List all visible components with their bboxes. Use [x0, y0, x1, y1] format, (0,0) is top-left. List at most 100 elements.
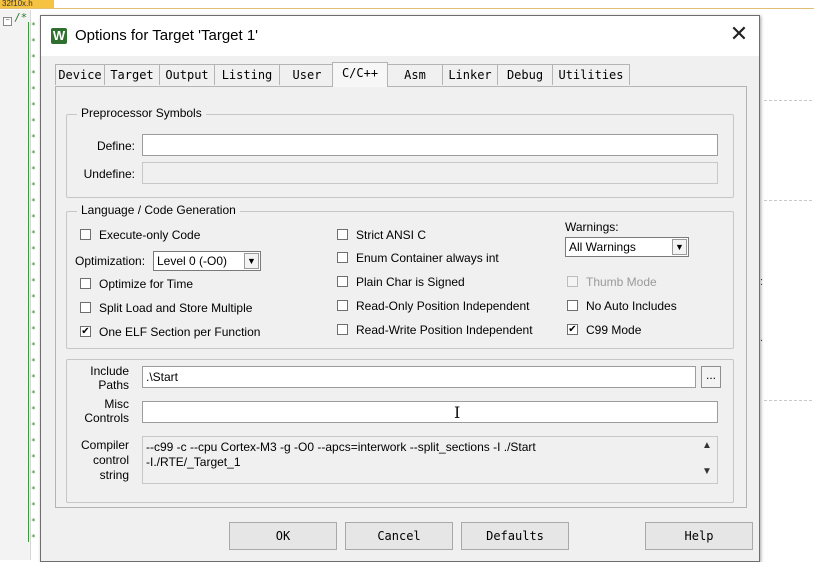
- change-marker-icon: *: [31, 373, 36, 382]
- codegen-legend: Language / Code Generation: [77, 203, 240, 217]
- tab-asm[interactable]: Asm: [387, 64, 443, 85]
- execute-only-checkbox[interactable]: Execute-only Code: [80, 227, 230, 243]
- ro-position-checkbox[interactable]: Read-Only Position Independent: [337, 298, 557, 314]
- checkbox-box[interactable]: [337, 252, 348, 263]
- tab-linker[interactable]: Linker: [442, 64, 498, 85]
- change-marker-icon: *: [31, 389, 36, 398]
- chevron-down-icon[interactable]: ▼: [672, 239, 687, 255]
- tab-utilities[interactable]: Utilities: [552, 64, 630, 85]
- tab-output[interactable]: Output: [159, 64, 215, 85]
- checkbox-label: Thumb Mode: [586, 275, 657, 289]
- fold-toggle-icon[interactable]: −: [3, 17, 12, 26]
- thumb-mode-checkbox: Thumb Mode: [567, 274, 677, 290]
- checkbox-box[interactable]: ✔: [80, 326, 91, 337]
- change-marker-icon: *: [31, 181, 36, 190]
- dialog-titlebar[interactable]: W Options for Target 'Target 1' ✕: [41, 16, 759, 56]
- optimization-label: Optimization:: [75, 254, 146, 268]
- compiler-label: Compiler: [80, 438, 129, 452]
- close-icon[interactable]: ✕: [727, 23, 751, 46]
- tab-user[interactable]: User: [279, 64, 335, 85]
- help-button[interactable]: Help: [645, 522, 753, 550]
- no-auto-includes-checkbox[interactable]: No Auto Includes: [567, 298, 707, 314]
- optimization-select[interactable]: Level 0 (-O0) ▼: [153, 251, 261, 271]
- change-marker-icon: *: [31, 437, 36, 446]
- scroll-down-icon[interactable]: ▼: [701, 466, 713, 478]
- include-label: Paths: [98, 378, 129, 392]
- change-marker-icon: *: [31, 485, 36, 494]
- checkbox-box[interactable]: [80, 278, 91, 289]
- misc-controls-field[interactable]: [142, 401, 718, 423]
- change-marker-icon: *: [31, 469, 36, 478]
- tab-target[interactable]: Target: [104, 64, 160, 85]
- ok-button[interactable]: OK: [229, 522, 337, 550]
- checkbox-label: One ELF Section per Function: [99, 325, 261, 339]
- editor-dashed-line: [764, 400, 812, 402]
- change-marker-icon: *: [31, 101, 36, 110]
- define-field[interactable]: [142, 134, 718, 156]
- checkbox-label: Plain Char is Signed: [356, 275, 465, 289]
- undefine-label: Undefine:: [83, 167, 135, 181]
- checkbox-box[interactable]: [337, 229, 348, 240]
- cpp-options-panel: Preprocessor Symbols Define: Undefine: L…: [55, 86, 747, 508]
- defaults-button[interactable]: Defaults: [461, 522, 569, 550]
- optimize-time-checkbox[interactable]: Optimize for Time: [80, 276, 230, 292]
- change-marker-icon: *: [31, 453, 36, 462]
- browse-button[interactable]: ...: [701, 366, 721, 388]
- change-marker-icon: *: [31, 37, 36, 46]
- change-bar: [28, 22, 29, 542]
- change-marker-icon: *: [31, 85, 36, 94]
- text-cursor-icon: I: [454, 403, 461, 422]
- options-dialog: W Options for Target 'Target 1' ✕ Device…: [40, 15, 760, 562]
- chevron-down-icon[interactable]: ▼: [244, 253, 259, 269]
- misc-label: Misc: [104, 397, 129, 411]
- undefine-field[interactable]: [142, 162, 718, 184]
- checkbox-label: Optimize for Time: [99, 277, 194, 291]
- include-paths-field[interactable]: .\Start: [142, 366, 696, 388]
- tab-debug[interactable]: Debug: [497, 64, 553, 85]
- change-marker-icon: *: [31, 421, 36, 430]
- split-load-checkbox[interactable]: Split Load and Store Multiple: [80, 300, 280, 316]
- checkbox-box[interactable]: [80, 302, 91, 313]
- change-marker-icon: *: [31, 213, 36, 222]
- plain-char-checkbox[interactable]: Plain Char is Signed: [337, 274, 537, 290]
- dialog-title: Options for Target 'Target 1': [75, 27, 259, 44]
- checkbox-label: No Auto Includes: [586, 299, 677, 313]
- change-marker-icon: *: [31, 277, 36, 286]
- editor-dashed-line: [764, 200, 812, 202]
- c99-mode-checkbox[interactable]: ✔ C99 Mode: [567, 322, 677, 338]
- compiler-control-string[interactable]: --c99 -c --cpu Cortex-M3 -g -O0 --apcs=i…: [142, 436, 718, 484]
- checkbox-label: Read-Write Position Independent: [356, 323, 533, 337]
- tab-listing[interactable]: Listing: [214, 64, 280, 85]
- strict-ansi-checkbox[interactable]: Strict ANSI C: [337, 227, 487, 243]
- checkbox-box[interactable]: [337, 324, 348, 335]
- change-marker-icon: *: [31, 325, 36, 334]
- checkbox-box[interactable]: ✔: [567, 324, 578, 335]
- one-elf-checkbox[interactable]: ✔ One ELF Section per Function: [80, 324, 280, 340]
- change-marker-icon: *: [31, 309, 36, 318]
- warnings-select[interactable]: All Warnings ▼: [565, 237, 689, 257]
- cancel-button[interactable]: Cancel: [345, 522, 453, 550]
- tab-c-cpp[interactable]: C/C++: [332, 62, 388, 87]
- tab-device[interactable]: Device: [55, 64, 105, 85]
- change-marker-icon: *: [31, 133, 36, 142]
- enum-container-checkbox[interactable]: Enum Container always int: [337, 250, 537, 266]
- checkbox-label: Read-Only Position Independent: [356, 299, 530, 313]
- change-marker-icon: *: [31, 501, 36, 510]
- change-marker-icon: *: [31, 229, 36, 238]
- compiler-control-text: --c99 -c --cpu Cortex-M3 -g -O0 --apcs=i…: [146, 440, 536, 469]
- editor-marker: :: [760, 276, 764, 288]
- editor-code-line: /*: [14, 11, 28, 24]
- checkbox-box[interactable]: [80, 229, 91, 240]
- checkbox-box[interactable]: [567, 300, 578, 311]
- checkbox-box[interactable]: [337, 300, 348, 311]
- checkbox-box[interactable]: [337, 276, 348, 287]
- preprocessor-group: Preprocessor Symbols Define: Undefine:: [66, 106, 734, 198]
- change-marker-icon: *: [31, 261, 36, 270]
- change-marker-icon: *: [31, 53, 36, 62]
- change-marker-icon: *: [31, 293, 36, 302]
- rw-position-checkbox[interactable]: Read-Write Position Independent: [337, 322, 557, 338]
- optimization-value: Level 0 (-O0): [157, 254, 228, 268]
- change-marker-icon: *: [31, 405, 36, 414]
- scroll-up-icon[interactable]: ▲: [701, 440, 713, 452]
- checkbox-label: Strict ANSI C: [356, 228, 427, 242]
